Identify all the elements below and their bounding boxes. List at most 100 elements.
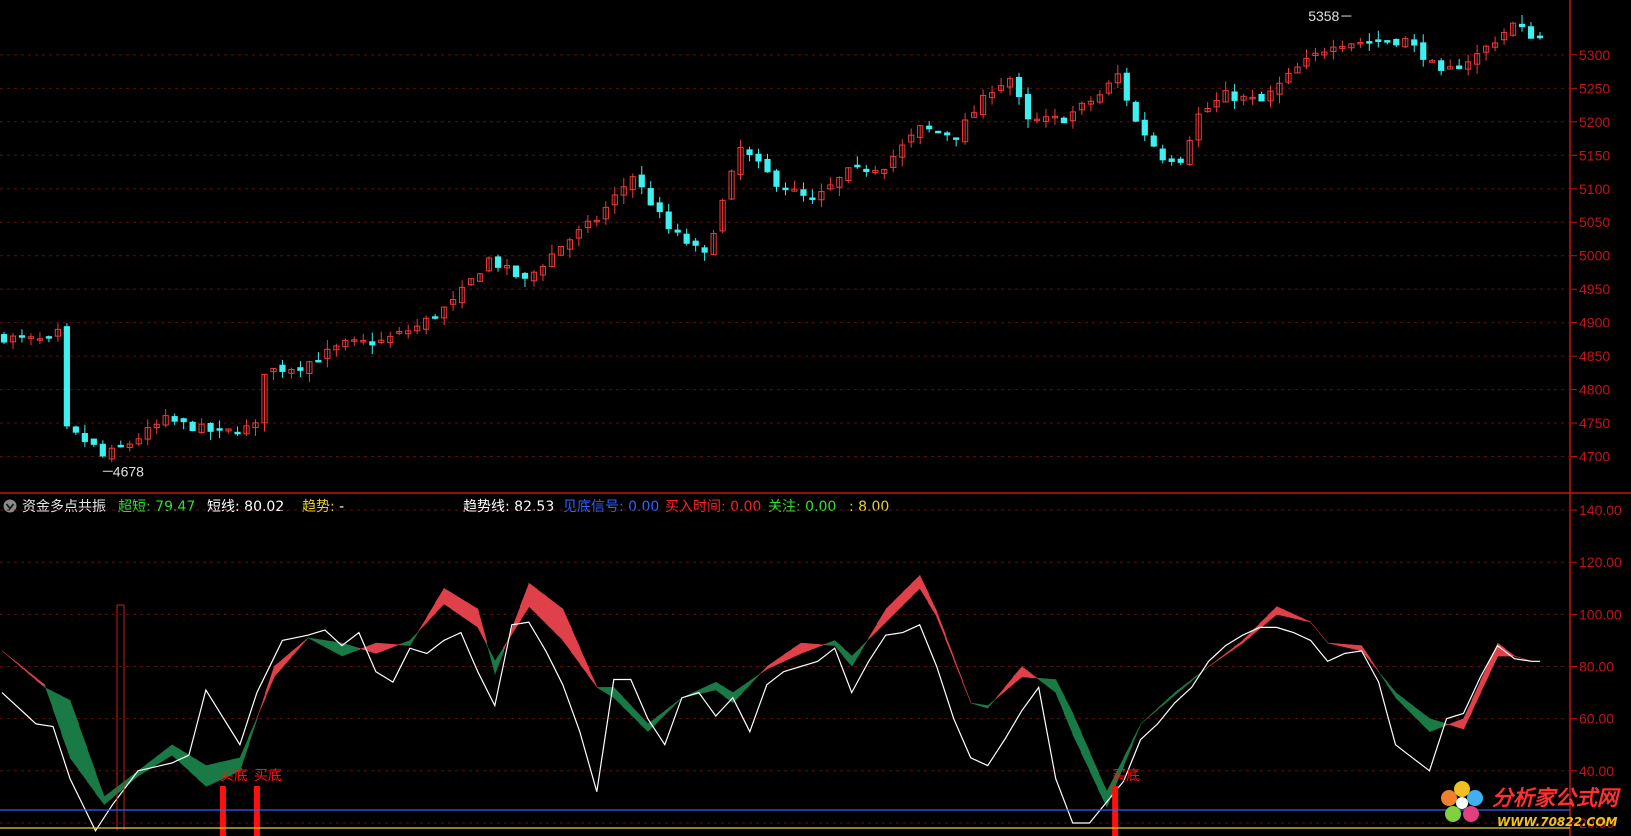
price-tick-label: 5150 [1579,147,1610,163]
candle-body[interactable] [1168,158,1175,162]
legend-value: 8.00 [854,499,890,515]
price-tick-label: 4750 [1579,415,1610,431]
price-tick-label: 4850 [1579,348,1610,364]
candle-body[interactable] [234,431,241,435]
candle-body[interactable] [279,364,286,372]
candle-body[interactable] [1177,158,1184,163]
candle-body[interactable] [1132,101,1139,122]
candle-body[interactable] [782,187,789,191]
candle-body[interactable] [0,334,8,343]
candle-body[interactable] [800,189,807,196]
price-tick-label: 4700 [1579,449,1610,465]
price-tick-label: 5000 [1579,248,1610,264]
watermark-url: WWW.70822.COM [1497,815,1618,829]
candle-body[interactable] [1384,40,1391,43]
candle-body[interactable] [1258,93,1265,102]
candle-body[interactable] [1420,42,1427,60]
price-tick-label: 5250 [1579,80,1610,96]
legend-item: 趋势: - [302,499,344,515]
indicator-tick-label: 80.00 [1579,659,1614,675]
indicator-legend: 超短: 79.47 短线: 80.02 趋势: - 趋势线: 82.53 见底信号: 0… [118,499,889,515]
candle-body[interactable] [1536,35,1544,39]
candle-body[interactable] [1231,91,1238,101]
legend-item: 买入时间: 0.00 [665,499,761,515]
candle-body[interactable] [1518,23,1526,28]
candle-body[interactable] [809,197,816,200]
candle-body[interactable] [117,444,124,448]
candle-body[interactable] [746,149,753,156]
price-tick-label: 5300 [1579,47,1610,63]
legend-label: 见底信号: [563,499,624,515]
legend-value: 0.00 [801,499,837,515]
buy-signal-label: 买底 [1112,768,1140,784]
collapse-icon[interactable] [3,499,17,513]
candle-body[interactable] [315,359,322,363]
candle-body[interactable] [63,326,70,427]
indicator-tick-label: 60.00 [1579,711,1614,727]
candle-body[interactable] [1411,39,1418,46]
candle-body[interactable] [854,164,861,168]
legend-item: : 8.00 [849,499,889,515]
indicator-tick-label: 40.00 [1579,763,1614,779]
legend-label: 短线: [207,499,240,515]
candle-body[interactable] [512,265,520,278]
candle-body[interactable] [935,130,942,134]
candle-body[interactable] [755,153,762,162]
candle-body[interactable] [1527,26,1535,39]
candle-body[interactable] [863,168,870,172]
legend-label: 关注: [768,499,801,515]
candle-body[interactable] [99,443,106,457]
legend-label: 趋势: [302,499,335,515]
candle-body[interactable] [656,202,663,213]
candle-body[interactable] [944,132,951,136]
price-tick-label: 5050 [1579,214,1610,230]
candle-body[interactable] [18,335,26,338]
candle-body[interactable] [1015,76,1023,98]
candle-body[interactable] [180,418,187,423]
candle-body[interactable] [72,426,79,433]
candle-body[interactable] [297,367,304,371]
candle-body[interactable] [494,256,502,268]
legend-item: 趋势线: 82.53 [463,499,554,515]
candle-body[interactable] [665,211,672,230]
candle-body[interactable] [1141,119,1148,136]
candle-body[interactable] [647,188,654,206]
candle-body[interactable] [953,137,960,140]
price-tick-label: 4900 [1579,315,1610,331]
legend-label: 趋势线: [463,499,510,515]
candle-body[interactable] [207,422,214,432]
candle-body[interactable] [432,316,439,319]
candle-body[interactable] [1150,135,1157,147]
legend-item: 关注: 0.00 [768,499,836,515]
candle-body[interactable] [521,272,529,279]
indicator-name[interactable]: 资金多点共振 [22,498,106,515]
candle-body[interactable] [1366,41,1373,44]
candle-body[interactable] [1456,65,1463,70]
candle-body[interactable] [638,174,645,188]
candle-body[interactable] [683,233,690,244]
candle-body[interactable] [81,433,88,443]
candle-body[interactable] [1123,72,1130,101]
stock-chart: 5300 5250 5200 5150 5100 5050 5000 4950 4900 4850… [0,0,1631,836]
candle-body[interactable] [45,336,53,339]
candle-body[interactable] [674,229,681,233]
candle-body[interactable] [1375,39,1382,42]
candle-body[interactable] [692,240,699,246]
candle-body[interactable] [171,416,178,422]
candle-body[interactable] [369,341,376,346]
candle-body[interactable] [189,421,196,432]
candle-body[interactable] [1159,148,1166,161]
low-price-label: 4678 [113,463,144,479]
candle-body[interactable] [926,125,933,130]
watermark-name: 分析家公式网 [1492,786,1621,810]
candle-body[interactable] [216,428,223,431]
candle-body[interactable] [1024,93,1032,120]
candle-body[interactable] [1060,117,1068,124]
legend-value: 0.00 [624,499,660,515]
candle-body[interactable] [90,438,97,445]
candle-body[interactable] [773,170,780,187]
candle-body[interactable] [764,158,771,173]
candle-body[interactable] [1393,38,1400,46]
candle-body[interactable] [1438,60,1445,71]
candle-body[interactable] [701,247,708,253]
